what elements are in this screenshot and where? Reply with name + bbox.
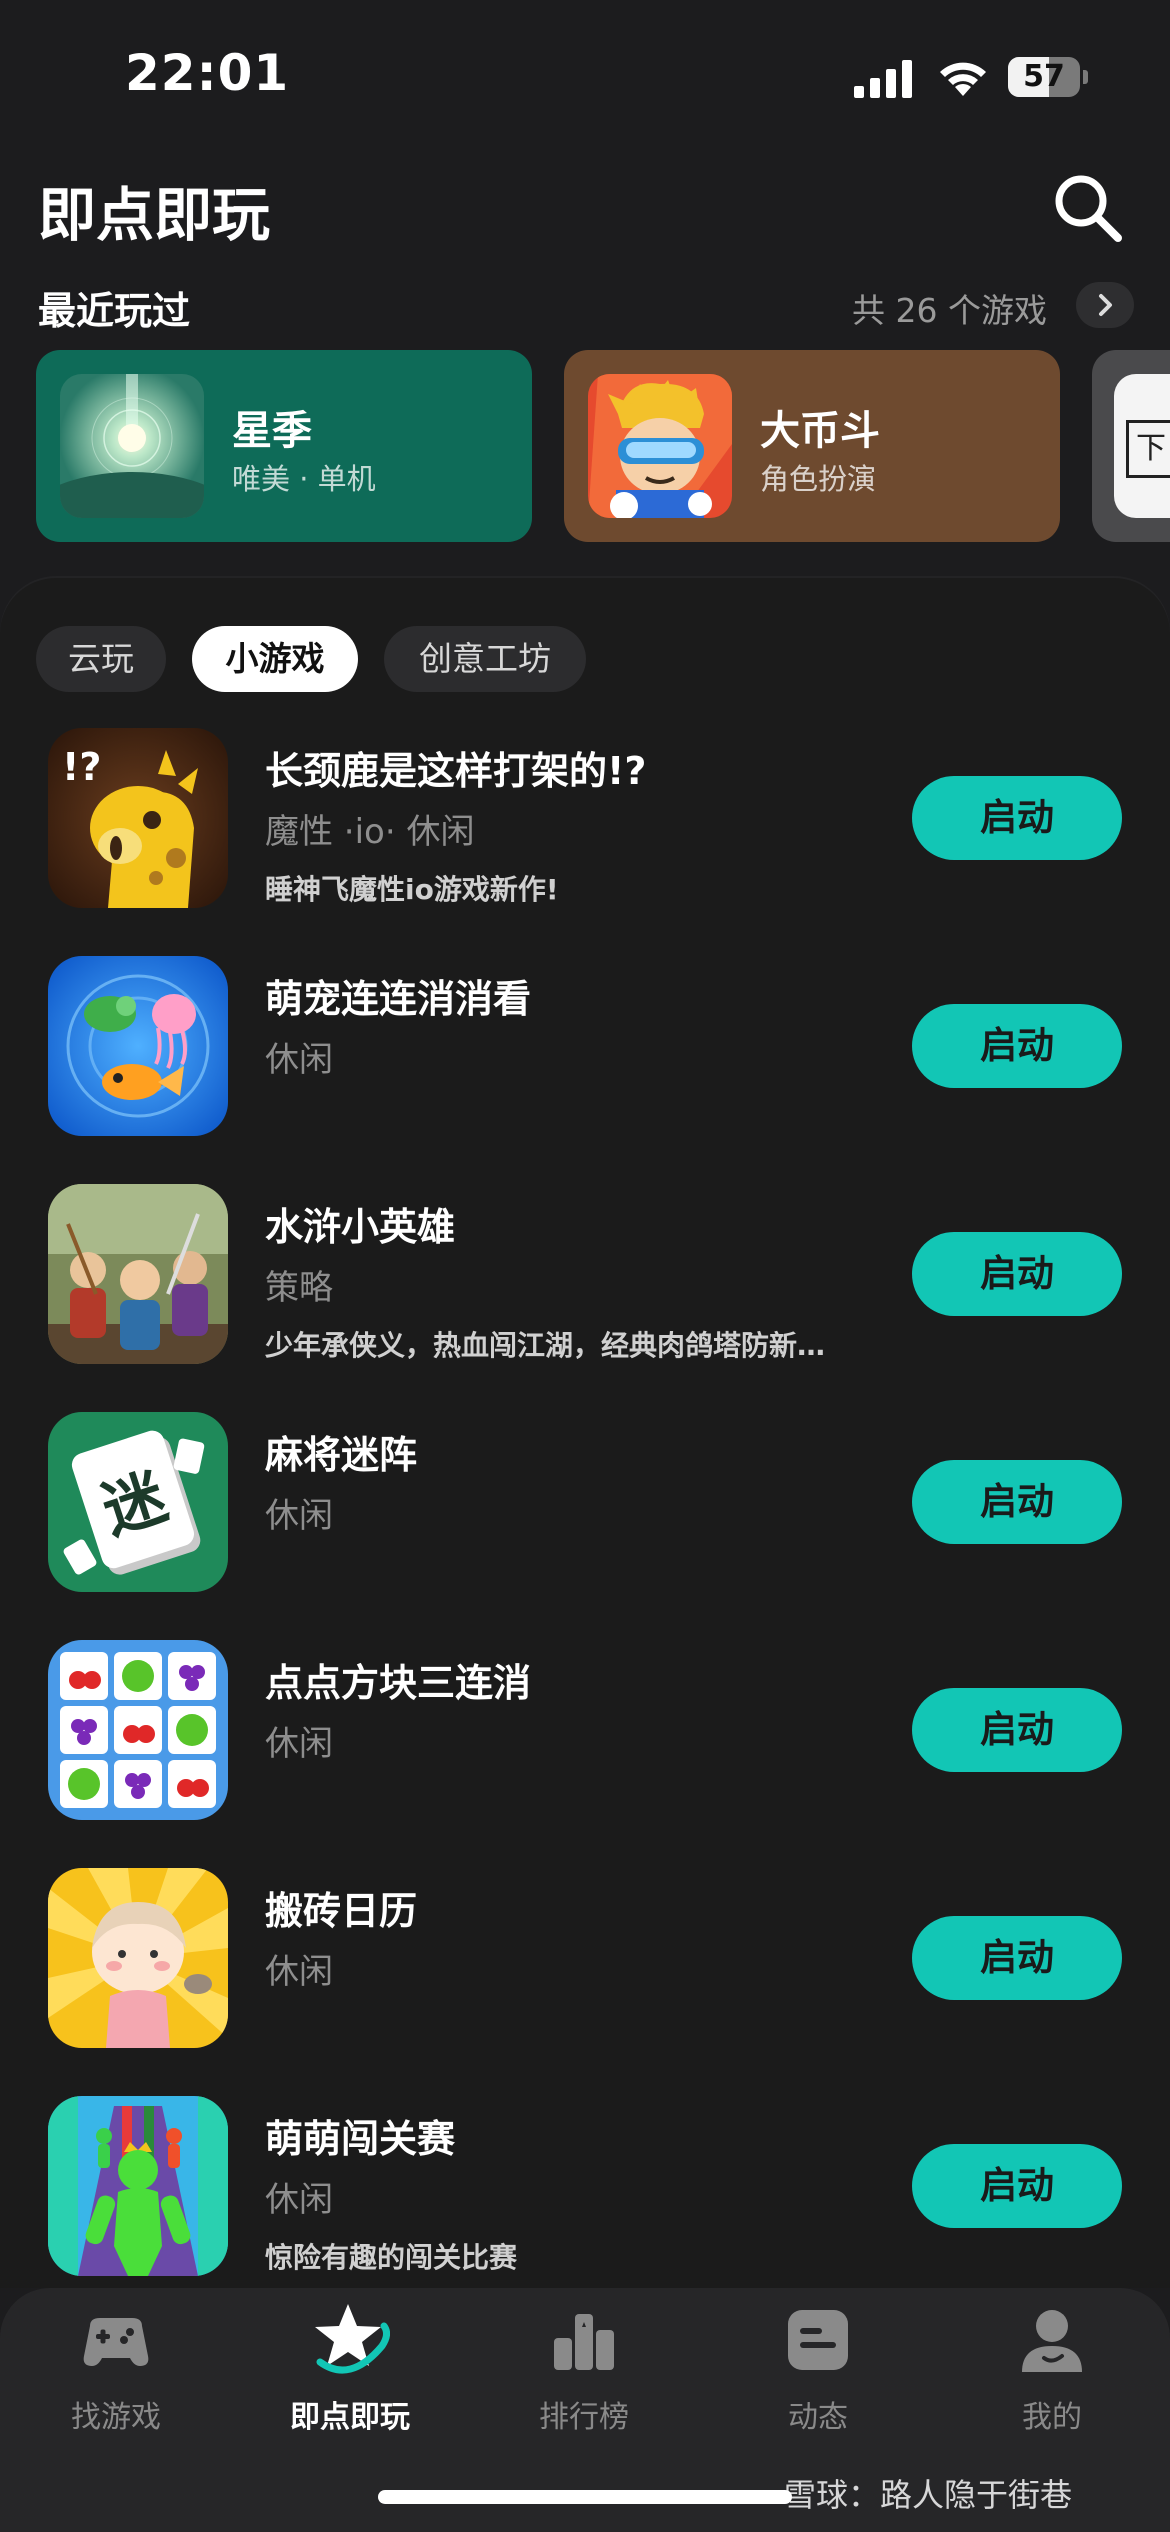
recent-card-tags: 角色扮演 (760, 462, 877, 496)
gamepad-icon (83, 2318, 149, 2366)
battery-percent: 57 (1023, 59, 1065, 94)
dabidou-thumbnail (588, 374, 732, 518)
launch-button[interactable]: 启动 (912, 1916, 1122, 2000)
game-row[interactable]: !? 长颈鹿是这样打架的!? 魔性 ·io· 休闲 睡神飞魔性io游戏新作! 启… (0, 718, 1170, 918)
fruit-blocks-icon (48, 1640, 228, 1820)
signal-icon (854, 60, 912, 98)
tab-label: 我的 (1022, 2400, 1082, 2435)
game-row[interactable]: 搬砖日历 休闲 启动 (0, 1858, 1170, 2058)
partial-thumbnail-text: 下 (1126, 420, 1170, 478)
game-row[interactable]: 迷 麻将迷阵 休闲 启动 (0, 1402, 1170, 1602)
game-row[interactable]: 萌宠连连消消看 休闲 启动 (0, 946, 1170, 1146)
tab-label: 排行榜 (539, 2400, 629, 2435)
game-description: 睡神飞魔性io游戏新作! (265, 873, 559, 906)
tab-leaderboard[interactable]: 排行榜 (494, 2300, 674, 2440)
game-title: 长颈鹿是这样打架的!? (265, 749, 647, 793)
game-tags: 休闲 (265, 1496, 333, 1536)
launch-button[interactable]: 启动 (912, 1232, 1122, 1316)
game-row[interactable]: 水浒小英雄 策略 少年承侠义，热血闯江湖，经典肉鸽塔防新… 启动 (0, 1174, 1170, 1374)
home-indicator[interactable] (378, 2490, 792, 2504)
filter-chip-mini-games[interactable]: 小游戏 (192, 626, 358, 692)
page-title: 即点即玩 (38, 181, 271, 249)
game-title: 萌宠连连消消看 (265, 977, 532, 1021)
leaderboard-icon (554, 2314, 614, 2370)
game-title: 水浒小英雄 (265, 1205, 456, 1249)
game-description: 少年承侠义，热血闯江湖，经典肉鸽塔防新… (265, 1329, 826, 1362)
partial-thumbnail: 下 (1114, 374, 1170, 518)
game-tags: 休闲 (265, 1724, 333, 1764)
recent-card-name: 大币斗 (760, 408, 880, 454)
tab-label: 动态 (788, 2400, 848, 2435)
tab-label: 即点即玩 (290, 2400, 410, 2435)
status-bar: 22:01 57 (0, 0, 1170, 150)
giraffe-game-icon: !? (48, 728, 228, 908)
recent-card-partial[interactable]: 下 (1092, 350, 1170, 542)
launch-button[interactable]: 启动 (912, 776, 1122, 860)
star-icon (315, 2304, 390, 2374)
game-title: 萌萌闯关赛 (265, 2117, 456, 2161)
recent-card-name: 星季 (232, 408, 312, 454)
game-tags: 休闲 (265, 1040, 333, 1080)
tab-profile[interactable]: 我的 (962, 2300, 1142, 2440)
game-tags: 休闲 (265, 2180, 333, 2220)
water-margin-icon (48, 1184, 228, 1364)
recent-card-dabidou[interactable]: 大币斗 角色扮演 (564, 350, 1060, 542)
filter-chip-workshop[interactable]: 创意工坊 (384, 626, 586, 692)
runner-race-icon (48, 2096, 228, 2276)
launch-button[interactable]: 启动 (912, 1004, 1122, 1088)
game-tags: 魔性 ·io· 休闲 (265, 812, 475, 852)
wifi-icon (940, 62, 986, 96)
game-tags: 策略 (265, 1268, 333, 1308)
game-description: 惊险有趣的闯关比赛 (265, 2241, 518, 2274)
game-row[interactable]: 点点方块三连消 休闲 启动 (0, 1630, 1170, 1830)
status-time: 22:01 (125, 44, 290, 102)
tab-find-games[interactable]: 找游戏 (26, 2300, 206, 2440)
launch-button[interactable]: 启动 (912, 1688, 1122, 1772)
feed-icon (788, 2310, 848, 2370)
mahjong-icon: 迷 (48, 1412, 228, 1592)
recent-section-title: 最近玩过 (38, 289, 191, 333)
tab-feed[interactable]: 动态 (728, 2300, 908, 2440)
filter-chip-cloud[interactable]: 云玩 (36, 626, 166, 692)
recent-card-xingji[interactable]: 星季 唯美 · 单机 (36, 350, 532, 542)
launch-button[interactable]: 启动 (912, 1460, 1122, 1544)
recent-count[interactable]: 共 26 个游戏 (852, 284, 1047, 332)
battery-icon: 57 (1008, 57, 1088, 97)
profile-icon (1022, 2310, 1082, 2372)
game-tags: 休闲 (265, 1952, 333, 1992)
game-title: 搬砖日历 (265, 1889, 418, 1933)
launch-button[interactable]: 启动 (912, 2144, 1122, 2228)
xingji-thumbnail (60, 374, 204, 518)
giraffe-badge-text: !? (62, 745, 101, 789)
search-icon[interactable] (1050, 170, 1124, 244)
game-row[interactable]: 萌萌闯关赛 休闲 惊险有趣的闯关比赛 启动 (0, 2086, 1170, 2286)
brick-calendar-icon (48, 1868, 228, 2048)
tab-instant-play[interactable]: 即点即玩 (260, 2300, 440, 2440)
game-title: 点点方块三连消 (265, 1661, 532, 1705)
watermark: 雪球：路人隐于街巷 (784, 2476, 1073, 2514)
pet-match-icon (48, 956, 228, 1136)
game-title: 麻将迷阵 (265, 1433, 418, 1477)
chevron-right-icon[interactable] (1076, 282, 1134, 328)
tab-label: 找游戏 (71, 2400, 161, 2435)
recent-card-tags: 唯美 · 单机 (232, 462, 376, 496)
